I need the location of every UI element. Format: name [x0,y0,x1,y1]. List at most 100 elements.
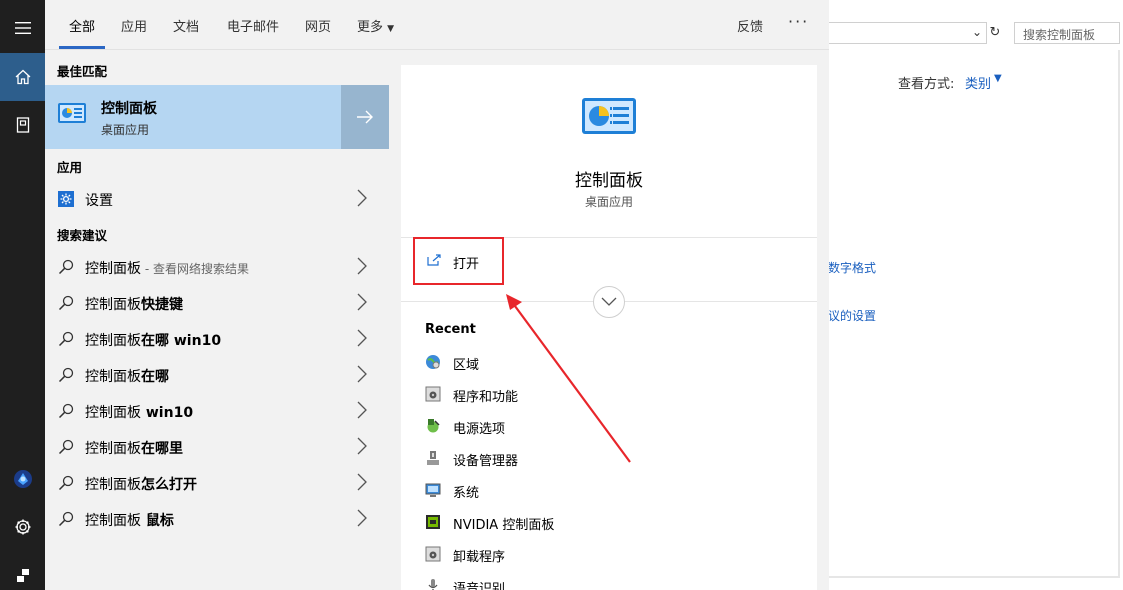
open-label: 打开 [453,257,480,272]
control-panel-search-input[interactable]: 搜索控制面板 [1014,22,1120,44]
best-match-item[interactable]: 控制面板 桌面应用 [45,85,341,149]
view-by-dropdown[interactable]: 类别 [965,73,991,92]
suggestion-label: 控制面板在哪里 [85,438,183,458]
view-by-label: 查看方式: [898,77,955,92]
hamburger-menu-icon[interactable] [0,4,45,52]
suggestion-prefix: 控制面板 [85,333,141,349]
power-icon [425,418,441,438]
chevron-right-icon [357,365,367,387]
open-button[interactable]: 打开 [413,237,504,285]
suggestion-item[interactable]: 控制面板在哪 win10 [45,321,389,357]
search-icon [58,439,74,459]
chevron-right-icon [357,329,367,351]
suggestion-label: 控制面板 win10 [85,402,193,422]
suggestion-prefix: 控制面板 [85,405,141,421]
suggestion-hint: - 查看网络搜索结果 [141,262,249,276]
suggestion-suffix: 快捷键 [141,297,183,313]
suggestion-item[interactable]: 控制面板在哪里 [45,429,389,465]
suggestion-label: 控制面板在哪 [85,366,169,386]
recent-item[interactable]: 电源选项 [425,411,805,443]
open-external-icon [427,254,441,270]
recent-item[interactable]: 卸载程序 [425,539,805,571]
suggestion-item[interactable]: 控制面板 鼠标 [45,501,389,537]
recent-item-label: 系统 [453,486,480,501]
best-match-subtitle: 桌面应用 [101,123,150,137]
control-panel-link[interactable]: 数字格式 [828,259,876,276]
preview-subtitle: 桌面应用 [584,195,633,209]
cortana-avatar-icon[interactable] [0,455,45,503]
tab-documents[interactable]: 文档 [173,16,199,35]
section-heading: 搜索建议 [57,228,108,243]
tab-apps[interactable]: 应用 [121,16,147,35]
recent-item[interactable]: 区域 [425,347,805,379]
search-tabs: 全部 应用 文档 电子邮件 网页 更多 ▼ 反馈 ··· [45,0,829,50]
search-panel: 全部 应用 文档 电子邮件 网页 更多 ▼ 反馈 ··· 最佳匹配 控制面板 桌… [45,0,829,590]
notebook-icon[interactable] [0,101,45,149]
recent-item[interactable]: 程序和功能 [425,379,805,411]
recent-item-label: NVIDIA 控制面板 [453,518,555,533]
tab-all[interactable]: 全部 [69,16,95,35]
suggestion-item[interactable]: 控制面板怎么打开 [45,465,389,501]
suggestion-item[interactable]: 控制面板 win10 [45,393,389,429]
suggestion-prefix: 控制面板 [85,513,141,529]
window-edge [829,576,1120,578]
tab-more[interactable]: 更多 ▼ [357,16,394,35]
control-panel-link[interactable]: 议的设置 [828,307,876,324]
tab-more-label: 更多 [357,20,384,35]
recent-item[interactable]: 系统 [425,475,805,507]
control-panel-large-icon [581,97,637,143]
settings-gear-icon [58,191,74,211]
gear-icon[interactable] [0,503,45,551]
list-item-settings[interactable]: 设置 [45,181,389,217]
suggestion-suffix: 在哪 [141,369,169,385]
search-icon [58,367,74,387]
recent-item-label: 语音识别 [453,582,506,590]
device-manager-icon [425,450,441,470]
suggestion-prefix: 控制面板 [85,297,141,313]
caret-down-icon: ▼ [387,24,395,34]
suggestion-item[interactable]: 控制面板在哪 [45,357,389,393]
chevron-right-icon [357,437,367,459]
section-heading: 最佳匹配 [57,64,108,79]
recent-item[interactable]: 语音识别 [425,571,805,590]
recent-item-label: 区域 [453,358,480,373]
expand-chevron-icon[interactable] [593,286,625,318]
home-icon[interactable] [0,53,45,101]
preview-title: 控制面板 [575,171,643,191]
preview-pane: 控制面板 桌面应用 打开 Recent 区域程序和功能 电源选项 设备管理器系统 NV… [401,65,817,590]
suggestion-prefix: 控制面板 [85,477,141,493]
chevron-right-icon [357,293,367,315]
chevron-right-icon [357,257,367,279]
caret-down-icon[interactable]: ▼ [994,73,1002,84]
tab-web[interactable]: 网页 [305,16,331,35]
chevron-right-icon [357,473,367,495]
search-icon [58,511,74,531]
address-bar[interactable]: ⌄ [829,22,987,44]
chevron-right-icon [357,509,367,531]
tab-email[interactable]: 电子邮件 [227,16,279,35]
recent-item[interactable]: 设备管理器 [425,443,805,475]
more-options-icon[interactable]: ··· [788,12,809,31]
suggestion-item[interactable]: 控制面板 - 查看网络搜索结果 [45,249,389,285]
suggestion-label: 控制面板 鼠标 [85,510,174,530]
suggestion-prefix: 控制面板 [85,369,141,385]
feedback-button[interactable]: 反馈 [737,16,763,35]
results-list: 最佳匹配 控制面板 桌面应用 应用 设置 搜索建议 控制面板 - 查看网络搜索结… [45,51,389,590]
recent-item[interactable]: NVIDIA 控制面板 [425,507,805,539]
system-icon [425,482,441,502]
suggestion-item[interactable]: 控制面板快捷键 [45,285,389,321]
suggestion-suffix: 在哪 win10 [141,333,222,349]
chevron-down-icon[interactable]: ⌄ [972,25,982,39]
suggestion-suffix: win10 [141,405,194,421]
microphone-icon [425,578,441,590]
open-preview-arrow-icon[interactable] [341,85,389,149]
chevron-right-icon [357,401,367,423]
start-rail [0,0,45,590]
suggestion-suffix: 怎么打开 [141,477,197,493]
refresh-icon[interactable]: ↻ [986,22,1004,44]
user-account-icon[interactable] [0,551,45,590]
best-match-title: 控制面板 [101,101,157,117]
recent-heading: Recent [425,322,476,337]
suggestion-prefix: 控制面板 [85,441,141,457]
chevron-right-icon [357,189,367,211]
